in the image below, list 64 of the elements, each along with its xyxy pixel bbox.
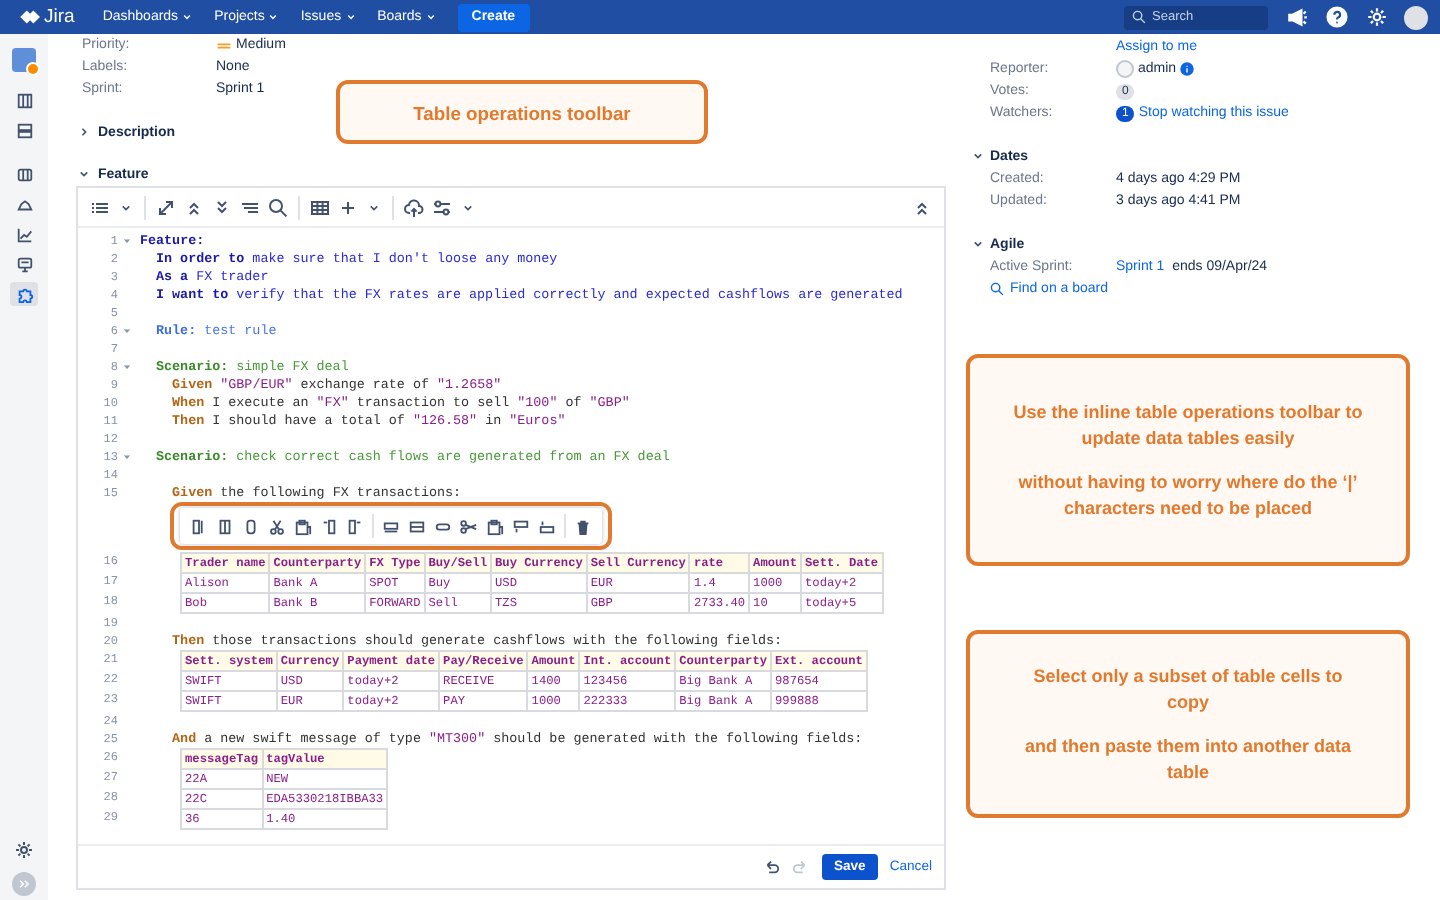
caret-icon <box>423 10 438 24</box>
fold-icon[interactable] <box>121 362 131 372</box>
row-icon[interactable] <box>408 517 426 535</box>
clipboard-icon[interactable] <box>294 517 312 535</box>
caret-icon <box>343 10 358 24</box>
info-icon[interactable] <box>1180 62 1195 76</box>
row-icon[interactable] <box>512 517 530 535</box>
format-icon[interactable] <box>240 197 260 217</box>
expand-all-icon[interactable] <box>212 197 232 217</box>
collapse-icon[interactable] <box>912 197 932 217</box>
callout-text: Table operations toolbar <box>413 99 631 125</box>
callout-text: Select only a subset of table cells to copy <box>1031 663 1345 715</box>
megaphone-icon[interactable] <box>1286 6 1308 28</box>
logo-icon <box>18 6 40 28</box>
trash-icon[interactable] <box>574 517 592 535</box>
collapse-icon[interactable] <box>184 197 204 217</box>
chart-icon[interactable] <box>15 225 33 243</box>
column-icon[interactable] <box>216 517 234 535</box>
help-icon[interactable] <box>1326 6 1348 28</box>
user-avatar <box>1116 60 1134 78</box>
chevron-icon[interactable] <box>970 236 986 252</box>
scissors-icon[interactable] <box>268 517 286 535</box>
fold-icon[interactable] <box>121 326 131 336</box>
search-icon[interactable] <box>990 282 1004 296</box>
plus-icon[interactable] <box>338 197 358 217</box>
column-icon[interactable] <box>190 517 208 535</box>
list-icon[interactable] <box>90 197 110 217</box>
column-icon[interactable] <box>242 517 260 535</box>
user-avatar[interactable] <box>1404 5 1428 29</box>
cloud-upload-icon[interactable] <box>404 197 424 217</box>
chevron-icon[interactable] <box>76 124 92 140</box>
expand-icon[interactable] <box>156 197 176 217</box>
search-icon <box>1132 10 1146 24</box>
double-chevron-icon <box>16 876 32 892</box>
puzzle-icon[interactable] <box>10 282 38 306</box>
callout-text: without having to worry where do the ‘|’ characters need to be placed <box>1016 469 1360 521</box>
chevron-icon[interactable] <box>76 166 92 182</box>
caret-icon <box>180 10 195 24</box>
undo-icon[interactable] <box>761 858 780 876</box>
row-icon[interactable] <box>538 517 556 535</box>
ship-icon[interactable] <box>15 195 33 213</box>
columns-icon[interactable] <box>15 165 33 183</box>
scissors-icon[interactable] <box>460 517 478 535</box>
clipboard-icon[interactable] <box>486 517 504 535</box>
monitor-icon[interactable] <box>15 255 33 273</box>
board-icon[interactable] <box>15 91 33 109</box>
puzzle-icon[interactable] <box>15 285 33 303</box>
chevron-icon[interactable] <box>970 148 986 164</box>
callout-text: and then paste them into another data table <box>1022 733 1353 785</box>
search-icon[interactable] <box>268 197 288 217</box>
column-icon[interactable] <box>346 517 364 535</box>
row-icon[interactable] <box>382 517 400 535</box>
backlog-icon[interactable] <box>15 121 33 139</box>
fold-icon[interactable] <box>121 452 131 462</box>
table-icon[interactable] <box>310 197 330 217</box>
settings-icon[interactable] <box>14 840 34 860</box>
caret-icon <box>266 10 281 24</box>
row-icon[interactable] <box>434 517 452 535</box>
fold-icon[interactable] <box>121 236 131 246</box>
project-avatar[interactable] <box>12 48 36 72</box>
sliders-icon[interactable] <box>432 197 452 217</box>
column-icon[interactable] <box>320 517 338 535</box>
logo-text: Jira <box>44 6 75 28</box>
callout-text: Use the inline table operations toolbar to update data tables easily <box>1011 399 1365 451</box>
